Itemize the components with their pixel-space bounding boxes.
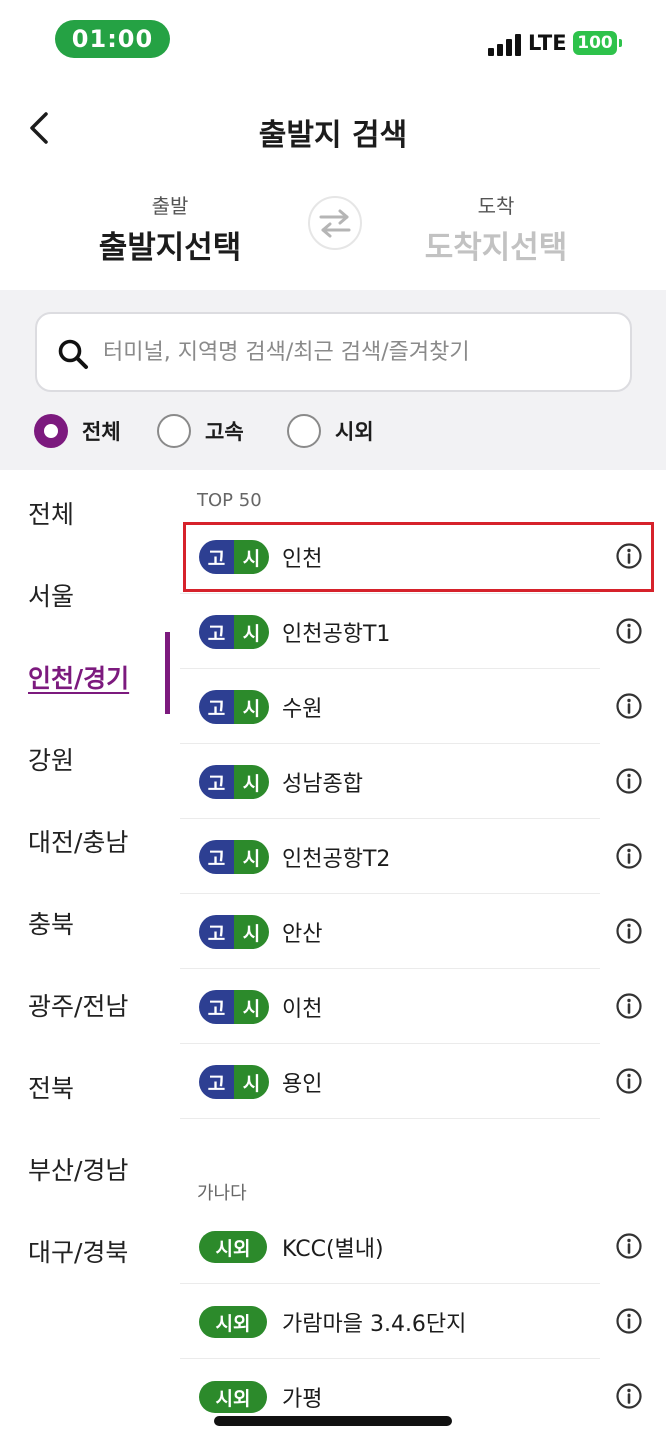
intercity-badge: 시외 [199,1381,267,1413]
terminal-row[interactable]: 고 시 수원 [180,670,642,744]
radio-selected-icon [34,414,68,448]
info-icon[interactable] [615,1067,643,1095]
highlight-box [183,522,654,592]
express-intercity-badge: 고시 [199,765,269,799]
departure-selector[interactable]: 출발지선택 [50,222,290,267]
status-bar: 01:00 LTE 100 [0,0,666,80]
swap-arrows-icon [319,209,351,238]
info-icon[interactable] [615,617,643,645]
express-badge: 고 [199,990,234,1024]
region-jeonbuk[interactable]: 전북 [28,1069,74,1105]
terminal-name: 인천공항T1 [282,622,391,647]
filter-all[interactable]: 전체 [34,414,121,448]
express-badge: 고 [199,840,234,874]
intercity-badge: 시 [234,615,269,649]
terminal-name: 용인 [282,1072,323,1097]
terminal-row[interactable]: 시외 KCC(별내) [180,1210,642,1284]
swap-button[interactable] [308,196,362,250]
home-indicator [214,1416,452,1426]
express-badge: 고 [199,765,234,799]
terminal-row[interactable]: 고 시 성남종합 [180,745,642,819]
terminal-name: 성남종합 [282,772,363,797]
radio-unselected-icon [157,414,191,448]
departure-label: 출발 [151,194,189,218]
region-busan-gyeongnam[interactable]: 부산/경남 [28,1151,128,1187]
region-chungbuk[interactable]: 충북 [28,905,74,941]
express-badge: 고 [199,915,234,949]
region-gwangju-jeonnam[interactable]: 광주/전남 [28,987,128,1023]
express-badge: 고 [199,615,234,649]
express-intercity-badge: 고시 [199,990,269,1024]
terminal-row[interactable]: 고 시 용인 [180,1045,642,1119]
region-seoul[interactable]: 서울 [28,577,74,613]
search-icon [58,339,88,369]
terminal-row[interactable]: 고 시 이천 [180,970,642,1044]
region-gangwon[interactable]: 강원 [28,741,74,777]
express-intercity-badge: 고시 [199,1065,269,1099]
battery-icon: 100 [573,31,622,55]
terminal-name: 가람마을 3.4.6단지 [282,1312,467,1337]
region-sidebar [0,470,172,1440]
page-title: 출발지 검색 [258,118,408,153]
info-icon[interactable] [615,992,643,1020]
arrival-selector[interactable]: 도착지선택 [376,222,616,267]
terminal-name: 수원 [282,697,323,722]
filter-express[interactable]: 고속 [157,414,244,448]
section-header-ganada: 가나다 [197,1183,247,1204]
intercity-badge: 시외 [199,1306,267,1338]
info-icon[interactable] [615,1382,643,1410]
intercity-badge: 시 [234,1065,269,1099]
info-icon[interactable] [615,692,643,720]
network-type: LTE [528,31,567,55]
signal-icon [488,34,522,56]
express-intercity-badge: 고시 [199,915,269,949]
intercity-badge: 시 [234,840,269,874]
info-icon[interactable] [615,767,643,795]
filter-express-label: 고속 [205,420,244,444]
express-intercity-badge: 고시 [199,690,269,724]
active-region-indicator [165,632,170,714]
express-badge: 고 [199,690,234,724]
filter-intercity[interactable]: 시외 [287,414,374,448]
terminal-row[interactable]: 고 시 인천공항T1 [180,595,642,669]
region-daegu-gyeongbuk[interactable]: 대구/경북 [28,1233,128,1269]
terminal-name: KCC(별내) [282,1237,384,1262]
intercity-badge: 시외 [199,1231,267,1263]
terminal-row[interactable]: 고 시 안산 [180,895,642,969]
region-incheon-gyeonggi[interactable]: 인천/경기 [28,659,129,695]
terminal-name: 인천공항T2 [282,847,391,872]
region-daejeon-chungnam[interactable]: 대전/충남 [28,823,128,859]
filter-all-label: 전체 [82,420,121,444]
search-box[interactable] [35,312,632,392]
section-header-top50: TOP 50 [197,490,262,511]
status-time: 01:00 [55,20,170,58]
arrival-label: 도착 [477,194,515,218]
info-icon[interactable] [615,1232,643,1260]
terminal-row[interactable]: 고 시 인천공항T2 [180,820,642,894]
info-icon[interactable] [615,842,643,870]
terminal-name: 가평 [282,1387,323,1412]
terminal-name: 이천 [282,997,323,1022]
search-input[interactable] [103,332,613,372]
info-icon[interactable] [615,917,643,945]
filter-intercity-label: 시외 [335,420,374,444]
radio-unselected-icon [287,414,321,448]
express-intercity-badge: 고시 [199,840,269,874]
intercity-badge: 시 [234,690,269,724]
express-intercity-badge: 고시 [199,615,269,649]
terminal-row[interactable]: 시외 가람마을 3.4.6단지 [180,1285,642,1359]
intercity-badge: 시 [234,990,269,1024]
intercity-badge: 시 [234,765,269,799]
express-badge: 고 [199,1065,234,1099]
region-all[interactable]: 전체 [28,495,74,531]
info-icon[interactable] [615,1307,643,1335]
terminal-name: 안산 [282,922,323,947]
intercity-badge: 시 [234,915,269,949]
